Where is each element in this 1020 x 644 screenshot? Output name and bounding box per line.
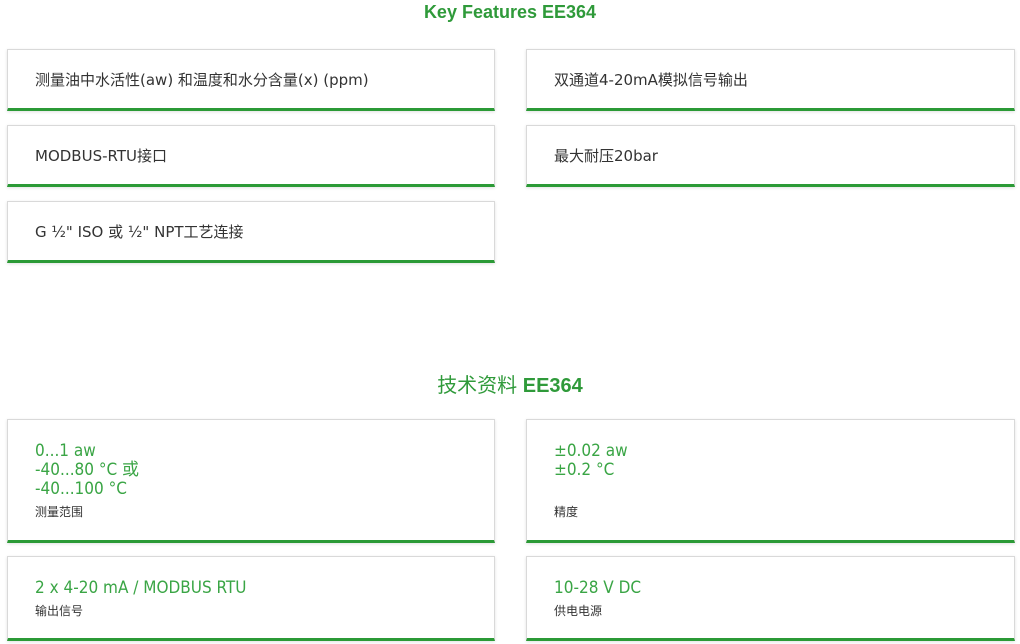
spec-card-output: 2 x 4-20 mA / MODBUS RTU 输出信号 [7,556,495,641]
feature-card: 最大耐压20bar [526,125,1015,187]
spec-label: 输出信号 [35,604,84,618]
feature-text: MODBUS-RTU接口 [35,146,167,165]
feature-text: 双通道4-20mA模拟信号输出 [554,70,748,89]
technical-data-title: 技术资料 EE364 [0,369,1020,398]
feature-card: G ½" ISO 或 ½" NPT工艺连接 [7,201,495,263]
spec-card-measuring-range: 0...1 aw -40...80 °C 或 -40...100 °C 测量范围 [7,419,495,543]
feature-card: MODBUS-RTU接口 [7,125,495,187]
spec-value: -40...100 °C [35,479,127,499]
feature-card: 双通道4-20mA模拟信号输出 [526,49,1015,111]
technical-data-title-model: EE364 [522,375,583,397]
key-features-title: Key Features EE364 [423,2,597,22]
spec-label: 精度 [554,505,579,519]
feature-text: 测量油中水活性(aw) 和温度和水分含量(x) (ppm) [35,70,369,89]
spec-value: 0...1 aw [35,441,96,461]
spec-value: 10-28 V DC [554,578,642,598]
spec-value: 2 x 4-20 mA / MODBUS RTU [35,578,247,598]
feature-card: 测量油中水活性(aw) 和温度和水分含量(x) (ppm) [7,49,495,111]
spec-card-accuracy: ±0.02 aw ±0.2 °C 精度 [526,419,1015,543]
spec-label: 测量范围 [35,505,84,519]
spec-value: ±0.02 aw [554,441,628,461]
spec-card-power-supply: 10-28 V DC 供电电源 [526,556,1015,641]
spec-label: 供电电源 [554,604,603,618]
spec-value: ±0.2 °C [554,460,615,480]
feature-text: 最大耐压20bar [554,146,658,165]
technical-data-title-prefix: 技术资料 [437,375,518,397]
feature-text: G ½" ISO 或 ½" NPT工艺连接 [35,222,244,241]
spec-value: -40...80 °C 或 [35,460,140,480]
